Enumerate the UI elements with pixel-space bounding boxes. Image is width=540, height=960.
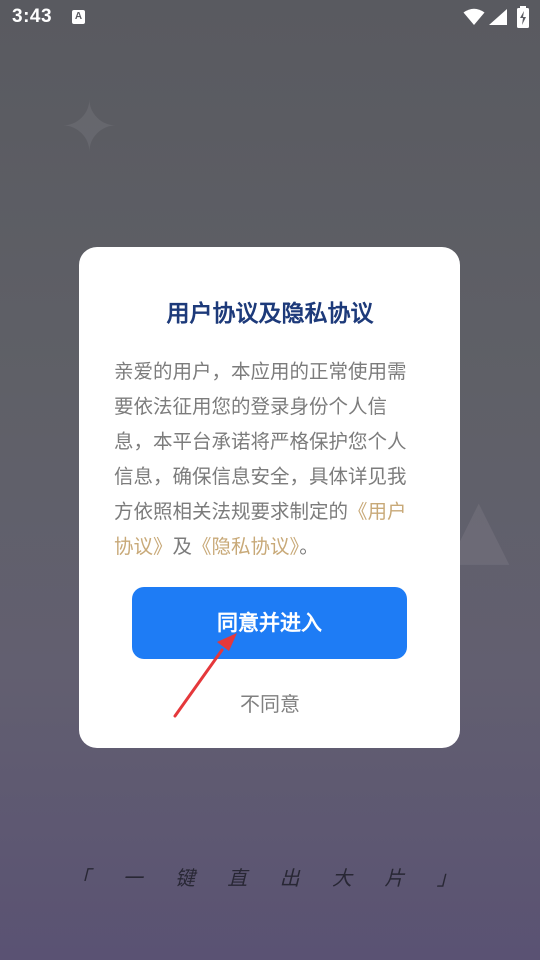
conjunction-text: 及 xyxy=(172,535,193,558)
slogan-text: 「 一 键 直 出 大 片 」 xyxy=(70,866,470,890)
privacy-agreement-link[interactable]: 《隐私协议》 xyxy=(192,535,299,558)
cellular-signal-icon xyxy=(489,9,507,25)
agreement-text: 亲爱的用户，本应用的正常使用需要依法征用您的登录身份个人信息，本平台承诺将严格保… xyxy=(114,354,424,564)
battery-charging-icon xyxy=(517,6,529,28)
background-sparkle-icon: ✦ xyxy=(60,86,119,168)
wifi-icon xyxy=(463,8,485,25)
status-bar: 3:43 A xyxy=(0,0,540,36)
status-time: 3:43 xyxy=(12,6,53,27)
notification-a-icon: A xyxy=(72,10,85,24)
ending-punctuation: 。 xyxy=(299,535,319,558)
agreement-intro-text: 亲爱的用户，本应用的正常使用需要依法征用您的登录身份个人信息，本平台承诺将严格保… xyxy=(114,360,407,523)
dialog-title: 用户协议及隐私协议 xyxy=(166,301,374,327)
disagree-button[interactable]: 不同意 xyxy=(0,688,540,717)
agree-and-enter-button[interactable]: 同意并进入 xyxy=(132,587,407,659)
